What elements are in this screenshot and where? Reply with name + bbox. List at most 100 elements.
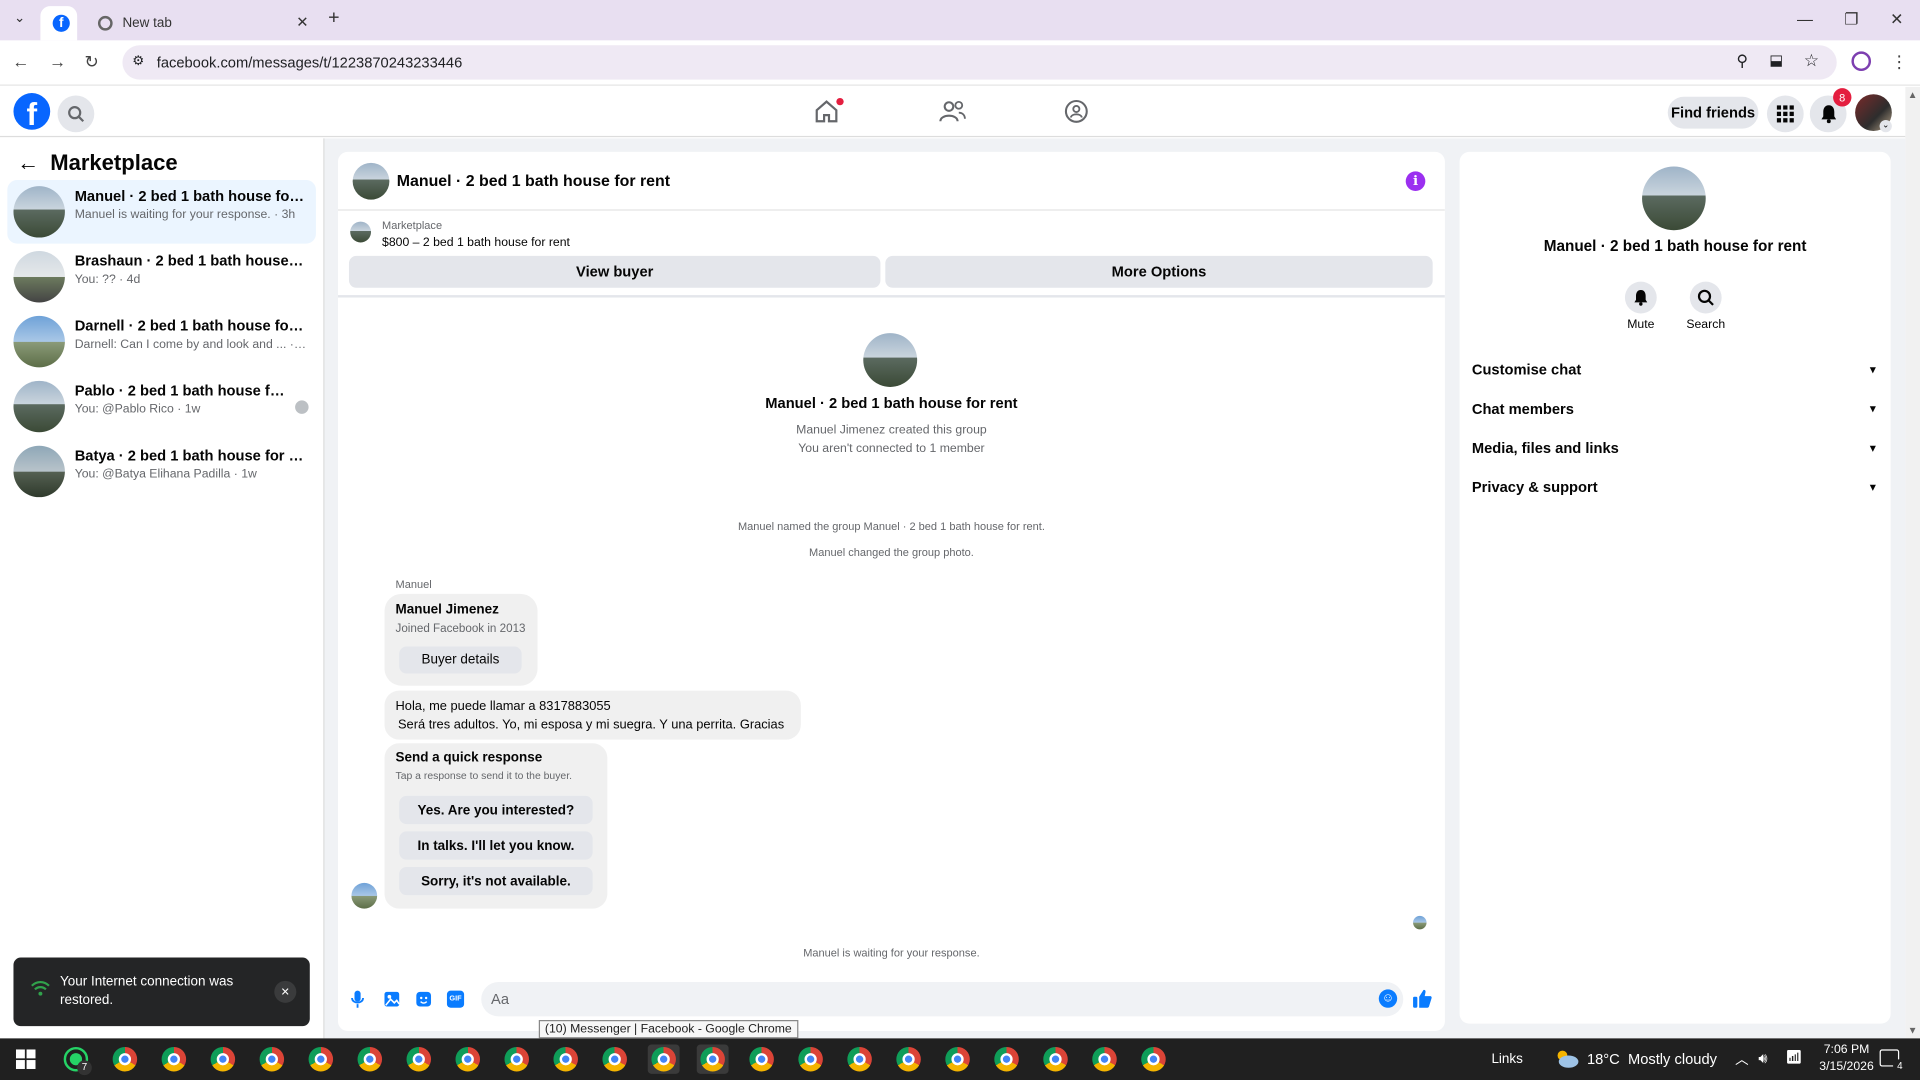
chrome-taskbar-icon[interactable] [403,1044,435,1073]
chrome-taskbar-icon[interactable] [305,1044,337,1073]
close-tab-icon[interactable]: ✕ [296,13,308,30]
chrome-taskbar-icon[interactable] [354,1044,386,1073]
find-friends-button[interactable]: Find friends [1667,96,1759,129]
volume-icon[interactable]: 🔊︎ [1758,1049,1767,1067]
chrome-taskbar-icon[interactable] [1040,1044,1072,1073]
chrome-taskbar-icon[interactable] [1138,1044,1170,1073]
conversation-item[interactable]: Pablo · 2 bed 1 bath house for re... You… [7,375,316,439]
conversation-item[interactable]: Batya · 2 bed 1 bath house for rent You:… [7,440,316,504]
tray-overflow-icon[interactable]: ︿ [1735,1049,1748,1069]
customise-chat-section[interactable]: Customise chat ▾ [1472,355,1876,384]
start-button[interactable] [10,1044,42,1073]
restore-icon[interactable]: ❐ [1839,10,1863,32]
chrome-taskbar-icon[interactable] [501,1044,533,1073]
chrome-taskbar-icon[interactable] [844,1044,876,1073]
chrome-taskbar-icon[interactable] [991,1044,1023,1073]
chrome-taskbar-icon[interactable] [746,1044,778,1073]
whatsapp-taskbar-icon[interactable]: 7 [60,1044,92,1076]
chat-header-avatar[interactable] [352,162,390,200]
chrome-taskbar-icon[interactable] [158,1044,190,1073]
info-icon[interactable]: i [1405,171,1426,192]
site-info-icon[interactable]: ⚙ [132,53,144,69]
forward-icon[interactable]: → [49,51,71,73]
chat-members-section[interactable]: Chat members ▾ [1472,394,1876,423]
toast-close-button[interactable]: ✕ [274,980,297,1003]
message-bubble[interactable]: Hola, me puede llamar a 8317883055 Será … [384,690,801,740]
more-options-button[interactable]: More Options [885,255,1433,288]
clock-date[interactable]: 3/15/2026 [1810,1060,1883,1073]
address-bar[interactable]: ⚙ facebook.com/messages/t/12238702432334… [122,45,1837,80]
search-button[interactable] [1689,281,1722,314]
bookmark-star-icon[interactable]: ☆ [1804,50,1819,71]
facebook-logo[interactable]: f [13,93,51,130]
gif-icon[interactable]: GIF [446,990,465,1008]
back-icon[interactable]: ← [12,51,34,73]
chrome-taskbar-icon[interactable] [207,1044,239,1073]
listing-line[interactable]: $800 – 2 bed 1 bath house for rent [382,236,570,249]
sticker-icon[interactable] [415,991,432,1008]
new-tab-button[interactable]: + [328,7,350,31]
search-button[interactable] [57,95,95,133]
chrome-taskbar-icon[interactable] [599,1044,631,1073]
media-files-links-section[interactable]: Media, files and links ▾ [1472,433,1876,462]
tab-new-tab[interactable]: New tab ✕ [86,6,319,40]
nav-home[interactable] [813,97,845,127]
emoji-icon[interactable]: ☺ [1378,989,1398,1008]
tab-list-button[interactable]: ⌄ [7,10,31,32]
windows-logo-icon [15,1049,36,1069]
back-arrow-icon[interactable]: ← [17,151,39,177]
like-icon[interactable] [1412,988,1433,1009]
chrome-taskbar-icon[interactable] [696,1044,729,1074]
conversation-item[interactable]: Manuel · 2 bed 1 bath house for rent Man… [7,180,316,244]
tab-facebook[interactable]: f [40,6,78,41]
photo-icon[interactable] [383,991,400,1008]
view-buyer-button[interactable]: View buyer [348,255,881,288]
nav-groups[interactable] [1063,98,1095,127]
waiting-status: Manuel is waiting for your response. [803,946,980,959]
group-photo[interactable] [863,333,918,387]
privacy-support-section[interactable]: Privacy & support ▾ [1472,473,1876,502]
facebook-header: f Find friends ⌄ [0,86,1906,138]
close-window-icon[interactable]: ✕ [1885,10,1909,32]
chrome-taskbar-icon[interactable] [1089,1044,1121,1073]
chrome-taskbar-icon[interactable] [256,1044,288,1073]
chat-title[interactable]: Manuel · 2 bed 1 bath house for rent [397,171,670,189]
conversation-item[interactable]: Brashaun · 2 bed 1 bath house for ... Yo… [7,245,316,309]
profile-icon[interactable] [1851,51,1872,72]
minimize-icon[interactable]: — [1793,10,1817,32]
buyer-details-button[interactable]: Buyer details [399,646,522,674]
conversation-item[interactable]: Darnell · 2 bed 1 bath house for rent Da… [7,310,316,374]
chrome-taskbar-icon[interactable] [942,1044,974,1073]
microphone-icon[interactable] [350,989,365,1009]
weather-text[interactable]: 18°C Mostly cloudy [1587,1051,1717,1068]
clock-time[interactable]: 7:06 PM [1810,1043,1883,1056]
mute-button[interactable] [1624,281,1657,314]
chrome-taskbar-icon[interactable] [893,1044,925,1073]
details-avatar[interactable] [1642,166,1706,231]
section-label: Privacy & support [1471,478,1598,496]
network-icon[interactable]: 📶︎ [1785,1049,1802,1066]
install-app-icon[interactable]: ⬓ [1769,51,1783,68]
menu-button[interactable] [1766,95,1804,133]
links-toolbar[interactable]: Links [1491,1052,1522,1067]
page-scrollbar[interactable]: ▲ ▼ [1905,86,1920,1039]
chrome-taskbar-icon[interactable] [647,1044,680,1074]
quick-response-button[interactable]: In talks. I'll let you know. [399,831,593,860]
chrome-menu-icon[interactable]: ⋮ [1891,51,1913,73]
chrome-taskbar-icon[interactable] [550,1044,582,1073]
buyer-card: Manuel Jimenez Joined Facebook in 2013 B… [384,593,538,686]
window-tooltip: (10) Messenger | Facebook - Google Chrom… [538,1020,798,1039]
sender-avatar[interactable] [351,882,378,909]
nav-friends[interactable] [938,98,970,127]
chrome-taskbar-icon[interactable] [795,1044,827,1073]
reload-icon[interactable]: ↻ [84,51,106,73]
message-input[interactable]: Aa ☺ [481,982,1404,1017]
account-chevron-icon[interactable]: ⌄ [1879,120,1892,133]
weather-icon[interactable] [1553,1047,1580,1069]
search-icon [1697,289,1714,306]
quick-response-button[interactable]: Sorry, it's not available. [399,866,593,896]
zoom-icon[interactable]: ⚲ [1736,51,1748,71]
chrome-taskbar-icon[interactable] [452,1044,484,1073]
quick-response-button[interactable]: Yes. Are you interested? [399,795,593,825]
chrome-taskbar-icon[interactable] [109,1044,141,1073]
